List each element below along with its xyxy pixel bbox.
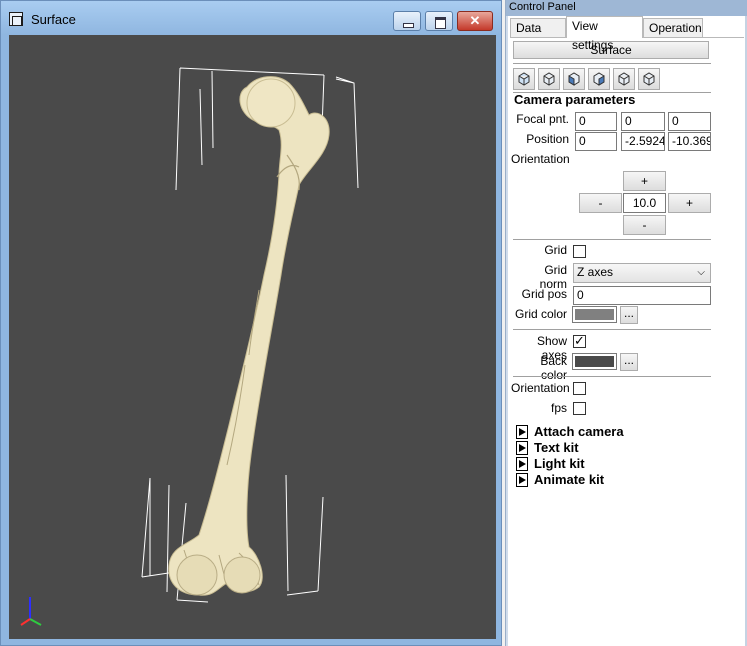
axes-gizmo: [20, 597, 42, 626]
grid-color-label: Grid color: [514, 307, 567, 321]
attach-camera-label: Attach camera: [534, 424, 624, 440]
control-panel-body: Data tree View settings Operation Surfac…: [508, 16, 746, 646]
rotate-left-button[interactable]: -: [579, 193, 622, 213]
back-color-label: Back color: [540, 354, 567, 382]
chevron-down-icon: ⌵: [697, 267, 705, 278]
close-icon: ✕: [469, 13, 481, 28]
femur-render: [20, 67, 359, 626]
grid-label: Grid: [544, 243, 567, 257]
view-right-button[interactable]: [588, 68, 610, 90]
femur-bone: [168, 76, 330, 596]
view-back-icon: [543, 72, 555, 86]
surface-window-title: Surface: [31, 12, 76, 27]
rotate-up-button[interactable]: +: [623, 171, 666, 191]
view-left-icon: [568, 72, 580, 86]
animate-kit-section[interactable]: Animate kit: [516, 471, 604, 487]
grid-color-fill: [575, 309, 614, 320]
fps-checkbox[interactable]: [573, 402, 586, 415]
view-front-icon: [518, 72, 530, 86]
control-panel-title: Control Panel: [509, 1, 576, 13]
view-back-button[interactable]: [538, 68, 560, 90]
light-kit-section[interactable]: Light kit: [516, 455, 585, 471]
tab-operation[interactable]: Operation: [643, 18, 703, 38]
focal-y-field[interactable]: 0: [621, 112, 665, 131]
expand-arrow-icon: [516, 440, 528, 455]
attach-camera-section[interactable]: Attach camera: [516, 423, 624, 439]
position-z-field[interactable]: -10.369: [668, 132, 711, 151]
rotation-step-field[interactable]: 10.0: [623, 193, 666, 213]
view-front-button[interactable]: [513, 68, 535, 90]
text-kit-label: Text kit: [534, 440, 579, 456]
surface-window: Surface ✕: [0, 0, 502, 646]
rotate-right-button[interactable]: +: [668, 193, 711, 213]
control-panel-titlebar[interactable]: Control Panel: [506, 0, 747, 16]
position-y-field[interactable]: -2.5924: [621, 132, 665, 151]
expand-arrow-icon: [516, 472, 528, 487]
tab-view-settings[interactable]: View settings: [566, 16, 643, 52]
grid-norm-value: Z axes: [577, 265, 614, 279]
window-icon: [9, 12, 23, 26]
focal-z-field[interactable]: 0: [668, 112, 711, 131]
animate-kit-label: Animate kit: [534, 472, 605, 488]
view-left-button[interactable]: [563, 68, 585, 90]
grid-color-picker-button[interactable]: ...: [620, 306, 638, 324]
fps-label: fps: [550, 401, 567, 415]
orientation-checkbox[interactable]: [573, 382, 586, 395]
back-color-fill: [575, 356, 614, 367]
grid-checkbox[interactable]: [573, 245, 586, 258]
grid-color-swatch[interactable]: [572, 306, 617, 323]
back-color-picker-button[interactable]: ...: [620, 353, 638, 371]
camera-parameters-heading: Camera parameters: [514, 92, 636, 107]
position-x-field[interactable]: 0: [575, 132, 617, 151]
divider: [513, 239, 711, 240]
tab-data-tree[interactable]: Data tree: [510, 18, 566, 54]
position-label: Position: [526, 132, 569, 146]
view-bottom-button[interactable]: [638, 68, 660, 90]
focal-x-field[interactable]: 0: [575, 112, 617, 131]
back-color-swatch[interactable]: [572, 353, 617, 370]
view-top-icon: [618, 72, 630, 86]
light-kit-label: Light kit: [534, 456, 585, 472]
divider: [513, 376, 711, 377]
control-panel: Control Panel Data tree View settings Op…: [505, 0, 747, 646]
view-top-button[interactable]: [613, 68, 635, 90]
rotate-down-button[interactable]: -: [623, 215, 666, 235]
grid-pos-label: Grid pos: [521, 287, 567, 301]
show-axes-checkbox[interactable]: [573, 333, 586, 349]
expand-arrow-icon: [516, 456, 528, 471]
expand-arrow-icon: [516, 424, 528, 439]
divider: [513, 329, 711, 330]
orientation-toggle-label: Orientation: [511, 381, 570, 395]
close-button[interactable]: ✕: [457, 11, 493, 31]
divider: [513, 63, 711, 64]
view-bottom-icon: [643, 72, 655, 86]
surface-titlebar[interactable]: Surface ✕: [1, 1, 501, 35]
grid-norm-select[interactable]: Z axes ⌵: [573, 263, 711, 283]
3d-viewport[interactable]: [9, 35, 496, 639]
orientation-label: Orientation: [511, 152, 570, 166]
view-right-icon: [593, 72, 605, 86]
grid-pos-field[interactable]: 0: [573, 286, 711, 305]
focal-point-label: Focal pnt.: [516, 112, 569, 126]
minimize-button[interactable]: [393, 11, 421, 31]
text-kit-section[interactable]: Text kit: [516, 439, 579, 455]
maximize-button[interactable]: [425, 11, 453, 31]
